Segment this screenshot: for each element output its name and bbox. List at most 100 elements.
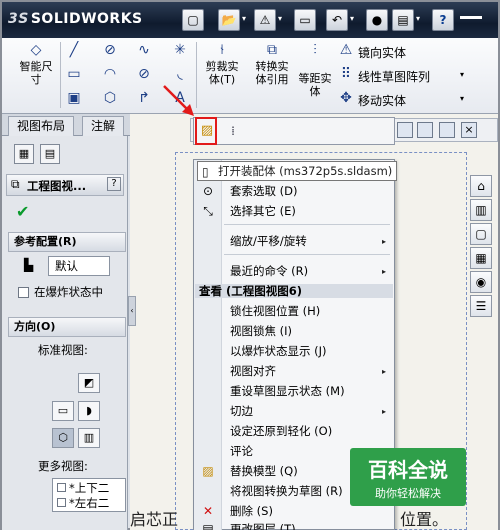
menu-item-view-alignment[interactable]: 视图对齐: [230, 364, 276, 378]
traffic-light-icon[interactable]: ●: [366, 9, 388, 31]
file-explorer-icon[interactable]: ▢: [470, 223, 492, 245]
list-item[interactable]: *左右二: [69, 495, 109, 511]
menu-item-zoom-pan-rotate[interactable]: 缩放/平移/旋转: [230, 234, 307, 248]
options-button[interactable]: ▤: [392, 9, 414, 31]
view-palette-icon[interactable]: ▦: [470, 247, 492, 269]
warning-dropdown-arrow[interactable]: ▾: [278, 14, 282, 23]
menu-item-recent-commands[interactable]: 最近的命令 (R): [230, 264, 308, 278]
menu-item-delete[interactable]: 删除 (S): [230, 504, 273, 518]
menu-item-change-layer[interactable]: 更改图层 (T): [230, 522, 296, 530]
tab-annotate[interactable]: 注解: [82, 116, 125, 136]
undo-dropdown-arrow[interactable]: ▾: [350, 14, 354, 23]
polygon-icon[interactable]: ⬡: [100, 90, 120, 106]
trim-entities-label[interactable]: 剪裁实 体(T): [200, 60, 244, 86]
view-checkbox[interactable]: [57, 483, 66, 492]
linear-pattern-dropdown-arrow[interactable]: ▾: [460, 70, 464, 79]
sketch-fillet-icon[interactable]: ◟: [170, 66, 190, 82]
ref-config-section-header[interactable]: 参考配置(R): [8, 232, 126, 252]
replace-model-icon: ▨: [202, 464, 214, 478]
appearances-icon[interactable]: ◉: [470, 271, 492, 293]
view-close-icon[interactable]: ×: [461, 122, 477, 138]
explode-checkbox[interactable]: [18, 287, 29, 298]
menu-item-lock-view-position[interactable]: 锁住视图位置 (H): [230, 304, 320, 318]
feature-tree-tab-icon[interactable]: ▦: [14, 144, 34, 164]
menu-item-lasso-select[interactable]: 套索选取 (D): [230, 184, 297, 198]
drawing-view-icon[interactable]: ⁞: [224, 122, 242, 140]
menu-item-reset-sketch-display[interactable]: 重设草图显示状态 (M): [230, 384, 345, 398]
point-icon[interactable]: ✳: [170, 42, 190, 58]
watermark-logo: 百科全说 助你轻松解决: [350, 448, 466, 506]
submenu-arrow-icon: ▸: [382, 237, 387, 246]
slot-icon[interactable]: ▣: [64, 90, 84, 106]
warning-icon[interactable]: ⚠: [254, 9, 276, 31]
move-entities-icon[interactable]: ✥: [338, 90, 354, 106]
line-icon[interactable]: ╱: [64, 42, 84, 58]
menu-item-convert-to-sketch[interactable]: 将视图转换为草图 (R): [230, 484, 343, 498]
move-entities-dropdown-arrow[interactable]: ▾: [460, 94, 464, 103]
rectangle-icon[interactable]: ▭: [64, 66, 84, 82]
convert-entities-icon[interactable]: ⧉: [257, 42, 287, 58]
list-item[interactable]: *上下二: [69, 480, 109, 496]
property-manager-tab-icon[interactable]: ▤: [40, 144, 60, 164]
lasso-icon: ⊙: [202, 184, 214, 198]
isometric-view-icon[interactable]: ⬡: [52, 428, 74, 448]
view-checkbox[interactable]: [57, 498, 66, 507]
tab-view-layout[interactable]: 视图布局: [8, 116, 75, 136]
view-restore-icon[interactable]: [417, 122, 433, 138]
view-minimize-icon[interactable]: [397, 122, 413, 138]
undo-button[interactable]: ↶: [326, 9, 348, 31]
options-dropdown-arrow[interactable]: ▾: [416, 14, 420, 23]
top-view-icon[interactable]: ◗: [78, 401, 100, 421]
linear-pattern-icon[interactable]: ⠿: [338, 66, 354, 82]
standard-views-label: 标准视图:: [38, 343, 88, 357]
command-ribbon: ◇ 智能尺 寸 ╱ ⊘ ∿ ✳ ▭ ◠ ⊘ ◟ ▣ ⬡ ↱ A ⫮ 剪裁实 体(…: [2, 38, 498, 114]
submenu-arrow-icon: ▸: [382, 267, 387, 276]
submenu-arrow-icon: ▸: [382, 367, 387, 376]
trim-entities-icon[interactable]: ⫮: [207, 42, 237, 58]
ref-config-select[interactable]: 默认: [48, 256, 110, 276]
menu-item-show-exploded[interactable]: 以爆炸状态显示 (J): [230, 344, 327, 358]
offset-entities-icon[interactable]: ⫶: [300, 42, 330, 58]
centerline-icon[interactable]: ↱: [134, 90, 154, 106]
ellipse-icon[interactable]: ⊘: [134, 66, 154, 82]
menu-item-select-other[interactable]: 选择其它 (E): [230, 204, 296, 218]
view-maximize-icon[interactable]: [439, 122, 455, 138]
ok-checkmark-button[interactable]: ✔: [16, 202, 29, 221]
caption-text-left: 启芯正: [130, 510, 179, 529]
print-button[interactable]: ▭: [294, 9, 316, 31]
config-icon: ▙: [24, 258, 34, 272]
mirror-entities-label[interactable]: 镜向实体: [358, 44, 406, 61]
custom-properties-icon[interactable]: ☰: [470, 295, 492, 317]
home-icon[interactable]: ⌂: [470, 175, 492, 197]
orientation-section-header[interactable]: 方向(O): [8, 317, 126, 337]
open-dropdown-arrow[interactable]: ▾: [242, 14, 246, 23]
menu-item-comments[interactable]: 评论: [230, 444, 253, 458]
help-button[interactable]: ?: [432, 9, 454, 31]
watermark-subtitle: 助你轻松解决: [375, 487, 441, 500]
more-views-list[interactable]: *上下二 *左右二: [52, 478, 126, 512]
minimize-button[interactable]: [460, 16, 482, 19]
design-library-icon[interactable]: ▥: [470, 199, 492, 221]
right-view-icon[interactable]: ▥: [78, 428, 100, 448]
open-file-button[interactable]: 📂: [218, 9, 240, 31]
menu-item-lock-view-focus[interactable]: 视图锁焦 (I): [230, 324, 292, 338]
offset-entities-label[interactable]: 等距实 体: [294, 72, 336, 98]
front-view-icon[interactable]: ▭: [52, 401, 74, 421]
menu-item-tangent-edge[interactable]: 切边: [230, 404, 253, 418]
spline-icon[interactable]: ∿: [134, 42, 154, 58]
menu-item-set-resolved-lightweight[interactable]: 设定还原到轻化 (O): [230, 424, 332, 438]
smart-dimension-label[interactable]: 智能尺 寸: [12, 60, 60, 86]
mirror-icon[interactable]: ⚠: [338, 42, 354, 58]
linear-pattern-label[interactable]: 线性草图阵列: [358, 68, 430, 85]
panel-help-button[interactable]: ?: [107, 177, 121, 191]
arc-icon[interactable]: ◠: [100, 66, 120, 82]
new-file-button[interactable]: ▢: [182, 9, 204, 31]
circle-icon[interactable]: ⊘: [100, 42, 120, 58]
select-other-icon: ⤡: [203, 204, 213, 218]
convert-entities-label[interactable]: 转换实 体引用: [246, 60, 298, 86]
smart-dimension-icon[interactable]: ◇: [18, 42, 54, 58]
move-entities-label[interactable]: 移动实体: [358, 92, 406, 109]
standard-view-icon[interactable]: ◩: [78, 373, 100, 393]
menu-item-replace-model[interactable]: 替换模型 (Q): [230, 464, 298, 478]
panel-collapse-handle[interactable]: ‹: [128, 296, 136, 326]
